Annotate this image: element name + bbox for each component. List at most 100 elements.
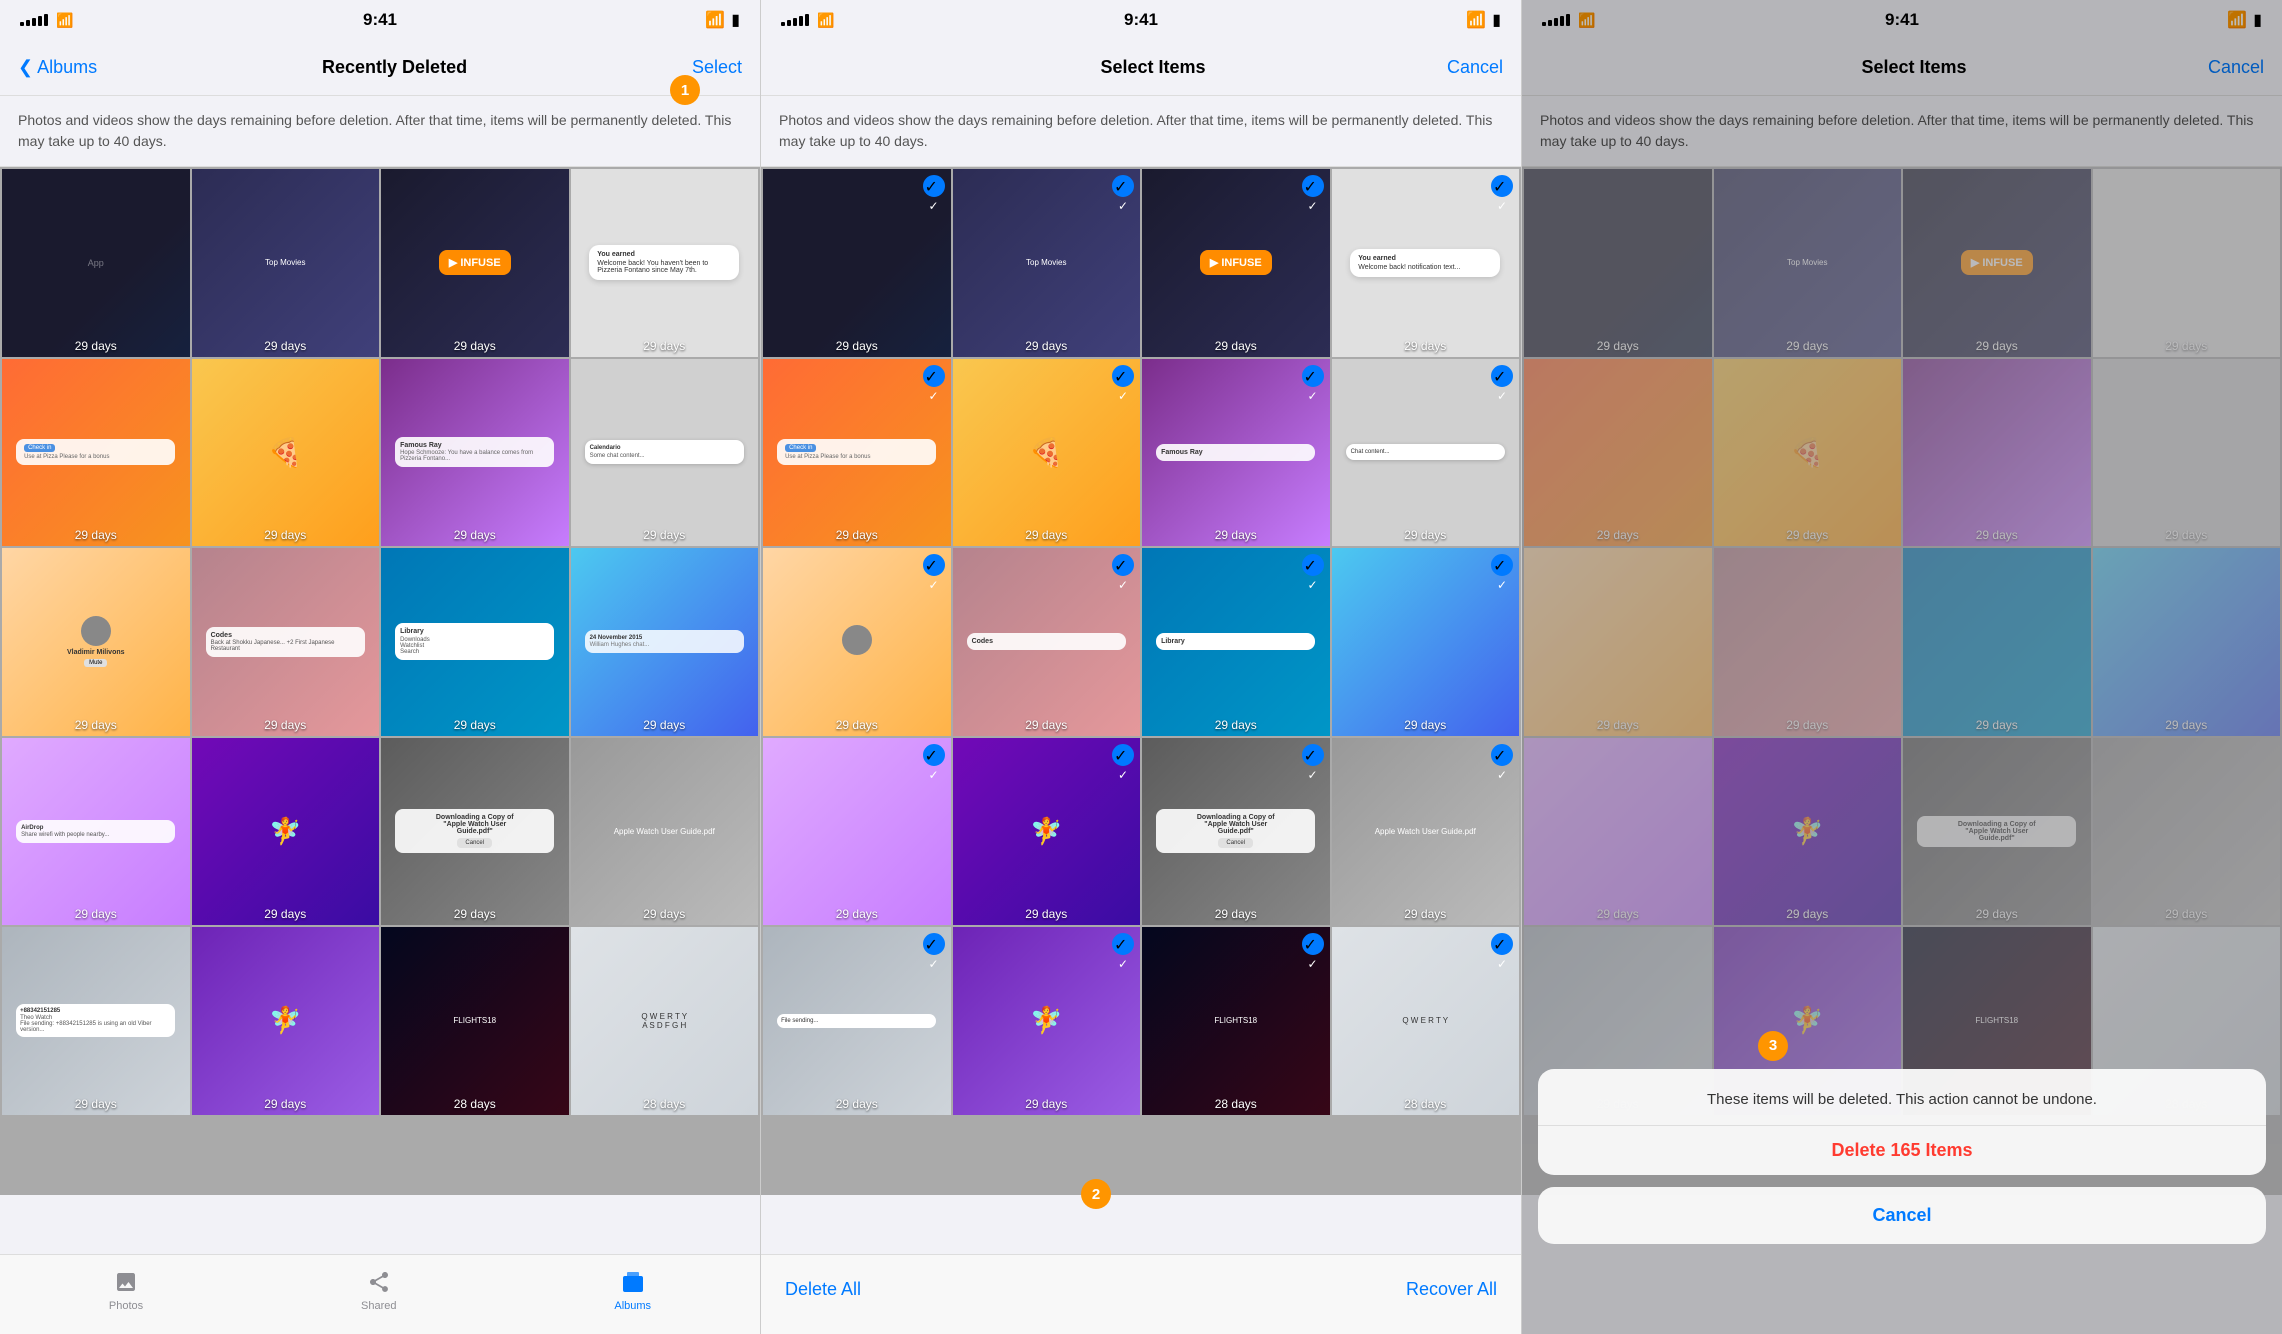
photo-cell[interactable]: ▶ INFUSE 29 days: [381, 169, 569, 357]
photo-cell[interactable]: AirDrop Share wirefi with people nearby.…: [2, 738, 190, 926]
photo-cell[interactable]: FLIGHTS18 28 days: [381, 927, 569, 1115]
photo-cell[interactable]: ✓ Famous Ray 29 days: [1142, 359, 1330, 547]
photo-cell[interactable]: Downloading a Copy of"Apple Watch UserGu…: [381, 738, 569, 926]
signal-strength-2: 📶: [781, 12, 834, 29]
photo-cell[interactable]: ✓ You earned Welcome back! notification …: [1332, 169, 1520, 357]
photo-cell[interactable]: ✓ Check in Use at Pizza Please for a bon…: [763, 359, 951, 547]
step-badge-3: 3: [1758, 1031, 1788, 1061]
select-circle[interactable]: ✓: [1491, 365, 1513, 387]
panel-2: 📶 9:41 📶 ▮ Select Items Cancel Photos an…: [760, 0, 1522, 1334]
select-button-1[interactable]: Select: [692, 57, 742, 78]
days-label: 29 days: [192, 1097, 380, 1111]
select-circle[interactable]: ✓: [1491, 744, 1513, 766]
days-label: 29 days: [192, 718, 380, 732]
select-circle[interactable]: ✓: [1302, 554, 1324, 576]
select-circle[interactable]: ✓: [1491, 175, 1513, 197]
photo-cell[interactable]: ✓ ▶ INFUSE 29 days: [1142, 169, 1330, 357]
photo-cell[interactable]: ✓ Codes 29 days: [953, 548, 1141, 736]
photo-cell[interactable]: Q W E R T YA S D F G H 28 days: [571, 927, 759, 1115]
select-circle[interactable]: ✓: [1302, 933, 1324, 955]
photo-cell[interactable]: Codes Back at Shokku Japanese... +2 Firs…: [192, 548, 380, 736]
days-label: 29 days: [571, 907, 759, 921]
albums-icon-1: [619, 1268, 647, 1296]
days-label: 29 days: [2, 718, 190, 732]
photo-cell[interactable]: ✓ Library 29 days: [1142, 548, 1330, 736]
photo-cell[interactable]: App 29 days: [2, 169, 190, 357]
step-badge-2: 2: [1081, 1179, 1111, 1209]
action-bar-2: Delete All Recover All: [761, 1254, 1521, 1334]
select-circle[interactable]: ✓: [1491, 554, 1513, 576]
photo-cell[interactable]: ✓ Downloading a Copy of"Apple Watch User…: [1142, 738, 1330, 926]
photo-cell[interactable]: ✓ Top Movies 29 days: [953, 169, 1141, 357]
wifi-icon-2: 📶: [1466, 10, 1486, 30]
select-circle[interactable]: ✓: [1112, 175, 1134, 197]
photo-cell[interactable]: Vladimir Milivons Mute 29 days: [2, 548, 190, 736]
days-label: 29 days: [381, 907, 569, 921]
photo-cell[interactable]: You earned Welcome back! You haven't bee…: [571, 169, 759, 357]
select-circle[interactable]: ✓: [1302, 365, 1324, 387]
photo-cell[interactable]: ✓ 🧚 29 days: [953, 738, 1141, 926]
photo-cell[interactable]: Check in Use at Pizza Please for a bonus…: [2, 359, 190, 547]
photo-cell[interactable]: ✓ 29 days: [1332, 548, 1520, 736]
info-banner-1: Photos and videos show the days remainin…: [0, 96, 760, 167]
photo-cell[interactable]: Top Movies 29 days: [192, 169, 380, 357]
photo-cell[interactable]: Calendario Some chat content... 29 days: [571, 359, 759, 547]
step-badge-1: 1: [670, 75, 700, 105]
select-circle[interactable]: ✓: [1112, 744, 1134, 766]
select-circle[interactable]: ✓: [923, 554, 945, 576]
back-button-1[interactable]: ❮ Albums: [18, 57, 97, 78]
photo-cell[interactable]: ✓ 29 days: [763, 738, 951, 926]
photo-cell[interactable]: ✓ FLIGHTS18 28 days: [1142, 927, 1330, 1115]
days-label: 29 days: [571, 718, 759, 732]
delete-all-button[interactable]: Delete All: [785, 1279, 861, 1300]
select-circle[interactable]: ✓: [1302, 744, 1324, 766]
select-circle[interactable]: ✓: [923, 365, 945, 387]
photo-cell[interactable]: ✓ File sending... 29 days: [763, 927, 951, 1115]
tab-albums-1[interactable]: Albums: [614, 1268, 651, 1312]
select-circle[interactable]: ✓: [1302, 175, 1324, 197]
photo-cell[interactable]: ✓ 🧚 29 days: [953, 927, 1141, 1115]
days-label: 29 days: [1142, 718, 1330, 732]
panel-1: 📶 9:41 📶 ▮ ❮ Albums Recently Deleted Sel…: [0, 0, 760, 1334]
status-time-2: 9:41: [1124, 10, 1158, 30]
days-label: 28 days: [571, 1097, 759, 1111]
days-label: 28 days: [381, 1097, 569, 1111]
shared-icon-1: [365, 1268, 393, 1296]
tab-shared-1[interactable]: Shared: [361, 1268, 396, 1312]
photo-cell[interactable]: +88342151285 Theo WatchFile sending: +88…: [2, 927, 190, 1115]
days-label: 28 days: [1332, 1097, 1520, 1111]
photo-cell[interactable]: ✓ 29 days: [763, 169, 951, 357]
chevron-left-icon-1: ❮: [18, 57, 33, 78]
days-label: 29 days: [1332, 528, 1520, 542]
select-circle[interactable]: ✓: [1491, 933, 1513, 955]
photo-cell[interactable]: ✓ 🍕 29 days: [953, 359, 1141, 547]
days-label: 29 days: [192, 339, 380, 353]
select-circle[interactable]: ✓: [1112, 933, 1134, 955]
cancel-button-2[interactable]: Cancel: [1447, 57, 1503, 78]
photo-cell[interactable]: ✓ Apple Watch User Guide.pdf 29 days: [1332, 738, 1520, 926]
days-label: 29 days: [2, 528, 190, 542]
photo-cell[interactable]: Famous Ray Hope Schmooze: You have a bal…: [381, 359, 569, 547]
photo-cell[interactable]: ✓ Chat content... 29 days: [1332, 359, 1520, 547]
select-circle[interactable]: ✓: [923, 175, 945, 197]
recover-all-button[interactable]: Recover All: [1406, 1279, 1497, 1300]
photo-cell[interactable]: Library DownloadsWatchlistSearch 29 days: [381, 548, 569, 736]
days-label: 29 days: [1332, 718, 1520, 732]
tab-photos-1[interactable]: Photos: [109, 1268, 143, 1312]
photo-grid-2: ✓ 29 days ✓ Top Movies 29 days ✓ ▶ INFUS…: [761, 167, 1521, 1195]
alert-cancel-button[interactable]: Cancel: [1538, 1187, 2266, 1244]
photo-cell[interactable]: Apple Watch User Guide.pdf 29 days: [571, 738, 759, 926]
select-circle[interactable]: ✓: [1112, 554, 1134, 576]
days-label: 29 days: [192, 528, 380, 542]
select-circle[interactable]: ✓: [1112, 365, 1134, 387]
photo-cell[interactable]: ✓ 29 days: [763, 548, 951, 736]
select-circle[interactable]: ✓: [923, 744, 945, 766]
photo-cell[interactable]: 🧚 29 days: [192, 927, 380, 1115]
photo-cell[interactable]: 24 November 2015 William Hughes chat... …: [571, 548, 759, 736]
photo-cell[interactable]: 🍕 29 days: [192, 359, 380, 547]
photo-cell[interactable]: ✓ Q W E R T Y 28 days: [1332, 927, 1520, 1115]
photos-icon-1: [112, 1268, 140, 1296]
alert-delete-button[interactable]: Delete 165 Items: [1538, 1126, 2266, 1175]
select-circle[interactable]: ✓: [923, 933, 945, 955]
photo-cell[interactable]: 🧚 29 days: [192, 738, 380, 926]
